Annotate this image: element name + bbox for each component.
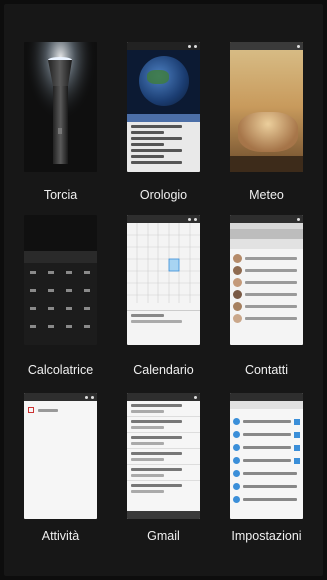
app-tile-contacts[interactable]: Contatti	[220, 215, 313, 392]
tasks-icon	[24, 393, 97, 519]
settings-icon	[230, 393, 303, 519]
app-tile-flashlight[interactable]: Torcia	[14, 42, 107, 217]
app-tile-calculator[interactable]: Calcolatrice	[14, 215, 107, 392]
app-tile-clock[interactable]: Orologio	[117, 42, 210, 217]
mail-icon	[127, 393, 200, 519]
recent-apps-grid: Torcia Orologio Meteo	[14, 42, 313, 217]
app-label-tasks: Attività	[41, 529, 80, 543]
app-label-contacts: Contatti	[244, 363, 289, 377]
clock-icon	[127, 42, 200, 172]
app-tile-settings[interactable]: Impostazioni	[220, 393, 313, 568]
app-label-settings: Impostazioni	[231, 529, 302, 543]
app-label-calculator: Calcolatrice	[27, 363, 94, 377]
calendar-icon	[127, 215, 200, 345]
recent-apps-grid-row-2: Calcolatrice Calendario Contatti	[14, 215, 313, 392]
recent-apps-grid-row-3: Attività Gmail Impostazioni	[14, 393, 313, 568]
app-label-gmail: Gmail	[147, 529, 180, 543]
app-tile-tasks[interactable]: Attività	[14, 393, 107, 568]
flashlight-icon	[24, 42, 97, 172]
calculator-icon	[24, 215, 97, 345]
app-tile-weather[interactable]: Meteo	[220, 42, 313, 217]
app-label-calendar: Calendario	[133, 363, 194, 377]
app-label-flashlight: Torcia	[43, 188, 78, 202]
app-tile-gmail[interactable]: Gmail	[117, 393, 210, 568]
app-tile-calendar[interactable]: Calendario	[117, 215, 210, 392]
contacts-icon	[230, 215, 303, 345]
app-label-clock: Orologio	[139, 188, 188, 202]
app-label-weather: Meteo	[249, 188, 284, 202]
weather-icon	[230, 42, 303, 172]
